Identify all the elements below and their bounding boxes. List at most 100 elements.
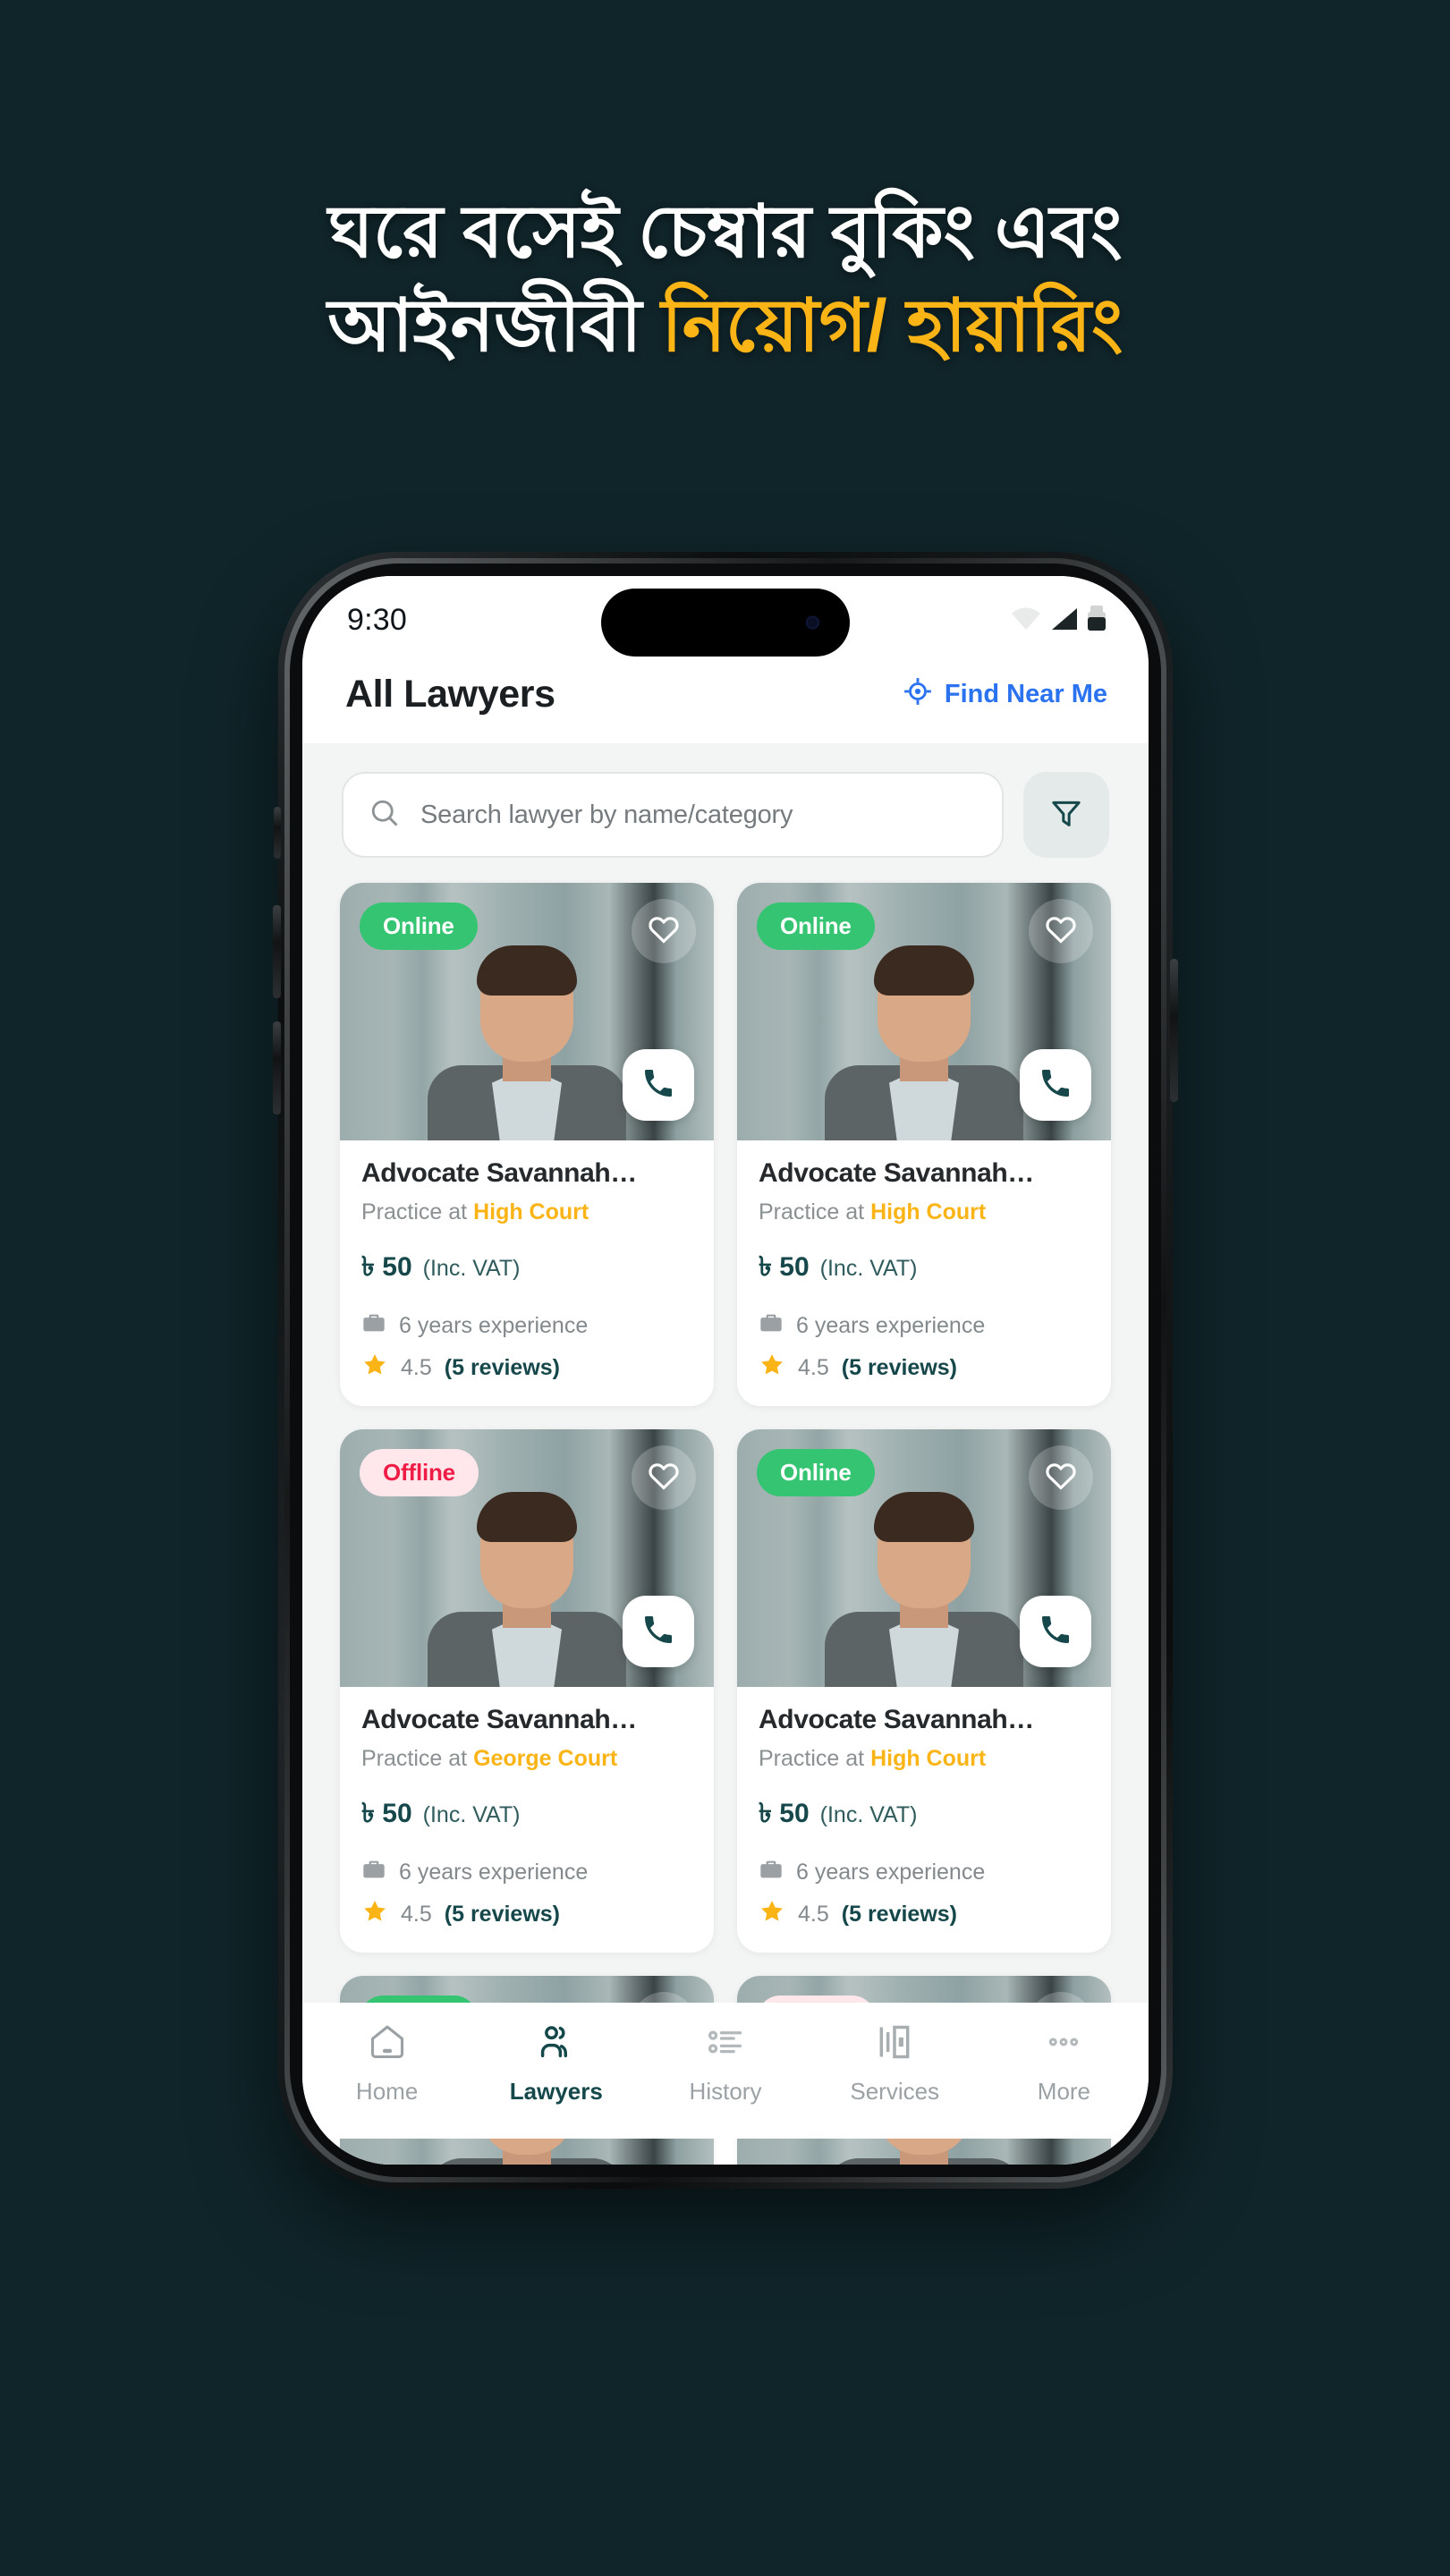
- find-near-me-button[interactable]: Find Near Me: [903, 676, 1107, 714]
- lawyer-info: Advocate Savannah… Practice at High Cour…: [737, 1687, 1111, 1953]
- headline-line-2: আইনজীবী নিয়োগ/ হায়ারিং: [0, 280, 1450, 374]
- location-crosshair-icon: [903, 676, 933, 714]
- price-vat-note: (Inc. VAT): [819, 1802, 918, 1827]
- consultation-price: ৳ 50: [759, 1799, 810, 1828]
- lawyer-photo: Online: [340, 883, 714, 1140]
- nav-label-more: More: [1037, 2078, 1091, 2105]
- lawyer-portrait-image: [424, 1476, 630, 1687]
- review-count: (5 reviews): [841, 1355, 958, 1380]
- filter-button[interactable]: [1023, 772, 1109, 858]
- search-icon: [369, 797, 401, 834]
- lawyer-card[interactable]: Online: [737, 1429, 1111, 1953]
- star-icon: [361, 1352, 388, 1385]
- call-button[interactable]: [1020, 1049, 1091, 1121]
- search-input[interactable]: Search lawyer by name/category: [342, 772, 1004, 858]
- cellular-signal-icon: [1051, 607, 1078, 635]
- price-row: ৳ 50 (Inc. VAT): [759, 1792, 1090, 1837]
- lawyer-photo: Offline: [340, 1429, 714, 1687]
- practice-line: Practice at High Court: [759, 1746, 1090, 1772]
- hair-shape: [477, 1492, 577, 1542]
- price-vat-note: (Inc. VAT): [422, 1256, 521, 1281]
- lawyer-name: Advocate Savannah…: [759, 1705, 1034, 1734]
- front-camera-icon: [806, 615, 819, 630]
- lawyers-list-screen: Search lawyer by name/category Online Ad…: [302, 743, 1149, 2165]
- status-icons: [1011, 600, 1106, 635]
- experience-row: 6 years experience: [759, 1857, 1090, 1888]
- star-icon: [759, 1898, 785, 1931]
- power-button[interactable]: [1170, 959, 1178, 1102]
- heart-icon: [1044, 1459, 1078, 1497]
- practice-prefix: Practice at: [361, 1746, 474, 1771]
- phone-icon: [1038, 1065, 1073, 1106]
- status-badge: Online: [757, 902, 875, 950]
- heart-icon: [647, 912, 681, 951]
- volume-down-button[interactable]: [273, 1021, 281, 1114]
- nav-item-lawyers[interactable]: Lawyers: [471, 2022, 640, 2106]
- practice-court: High Court: [870, 1199, 987, 1224]
- status-badge: Online: [360, 902, 478, 950]
- lawyer-card[interactable]: Offline: [340, 1429, 714, 1953]
- hair-shape: [874, 945, 974, 996]
- phone-mockup: 9:30 All Lawyers Find Near Me Search law…: [273, 552, 1178, 2189]
- lawyer-info: Advocate Savannah… Practice at George Co…: [340, 1687, 714, 1953]
- nav-item-history[interactable]: History: [640, 2022, 810, 2106]
- rating-value: 4.5: [401, 1902, 432, 1927]
- battery-icon: [1088, 605, 1106, 635]
- lawyer-card[interactable]: Online: [737, 883, 1111, 1406]
- favorite-button[interactable]: [632, 1445, 696, 1510]
- home-icon: [368, 2022, 407, 2066]
- nav-label-lawyers: Lawyers: [509, 2078, 603, 2105]
- consultation-price: ৳ 50: [361, 1252, 412, 1282]
- practice-line: Practice at High Court: [361, 1199, 692, 1225]
- experience-label: 6 years experience: [796, 1860, 986, 1885]
- favorite-button[interactable]: [1029, 1445, 1093, 1510]
- heart-icon: [1044, 912, 1078, 951]
- lawyer-name: Advocate Savannah…: [361, 1158, 637, 1188]
- rating-value: 4.5: [401, 1355, 432, 1380]
- nav-item-more[interactable]: More: [979, 2022, 1149, 2106]
- price-vat-note: (Inc. VAT): [422, 1802, 521, 1827]
- nav-item-services[interactable]: Services: [810, 2022, 979, 2106]
- phone-icon: [1038, 1612, 1073, 1652]
- consultation-price: ৳ 50: [361, 1799, 412, 1828]
- nav-label-services: Services: [850, 2078, 940, 2105]
- status-badge: Online: [757, 1449, 875, 1496]
- practice-line: Practice at George Court: [361, 1746, 692, 1772]
- practice-court: High Court: [473, 1199, 589, 1224]
- heart-icon: [647, 1459, 681, 1497]
- practice-prefix: Practice at: [361, 1199, 474, 1224]
- silent-switch-button[interactable]: [274, 807, 281, 859]
- rating-row: 4.5 (5 reviews): [361, 1352, 692, 1385]
- dynamic-island: [601, 589, 850, 657]
- review-count: (5 reviews): [841, 1902, 958, 1927]
- phone-icon: [640, 1065, 676, 1106]
- lawyer-info: Advocate Savannah… Practice at High Cour…: [737, 1140, 1111, 1406]
- hair-shape: [477, 945, 577, 996]
- price-row: ৳ 50 (Inc. VAT): [361, 1245, 692, 1291]
- find-near-me-label: Find Near Me: [944, 680, 1107, 708]
- lawyer-card[interactable]: Online: [340, 883, 714, 1406]
- experience-label: 6 years experience: [796, 1313, 986, 1338]
- lawyer-name: Advocate Savannah…: [759, 1158, 1034, 1188]
- phone-icon: [640, 1612, 676, 1652]
- status-badge: Offline: [360, 1449, 479, 1496]
- price-row: ৳ 50 (Inc. VAT): [759, 1245, 1090, 1291]
- volume-up-button[interactable]: [273, 905, 281, 998]
- hair-shape: [874, 1492, 974, 1542]
- nav-item-home[interactable]: Home: [302, 2022, 471, 2106]
- list-icon: [706, 2022, 745, 2066]
- call-button[interactable]: [1020, 1596, 1091, 1667]
- favorite-button[interactable]: [632, 899, 696, 963]
- practice-line: Practice at High Court: [759, 1199, 1090, 1225]
- call-button[interactable]: [623, 1596, 694, 1667]
- call-button[interactable]: [623, 1049, 694, 1121]
- search-row: Search lawyer by name/category: [302, 763, 1149, 883]
- nav-label-home: Home: [355, 2078, 419, 2105]
- practice-court: George Court: [473, 1746, 618, 1771]
- briefcase-icon: [759, 1857, 784, 1888]
- favorite-button[interactable]: [1029, 899, 1093, 963]
- app-header: All Lawyers Find Near Me: [302, 658, 1149, 743]
- price-row: ৳ 50 (Inc. VAT): [361, 1792, 692, 1837]
- lawyer-info: Advocate Savannah… Practice at High Cour…: [340, 1140, 714, 1406]
- headline-line-2-accent: নিয়োগ/ হায়ারিং: [661, 284, 1123, 367]
